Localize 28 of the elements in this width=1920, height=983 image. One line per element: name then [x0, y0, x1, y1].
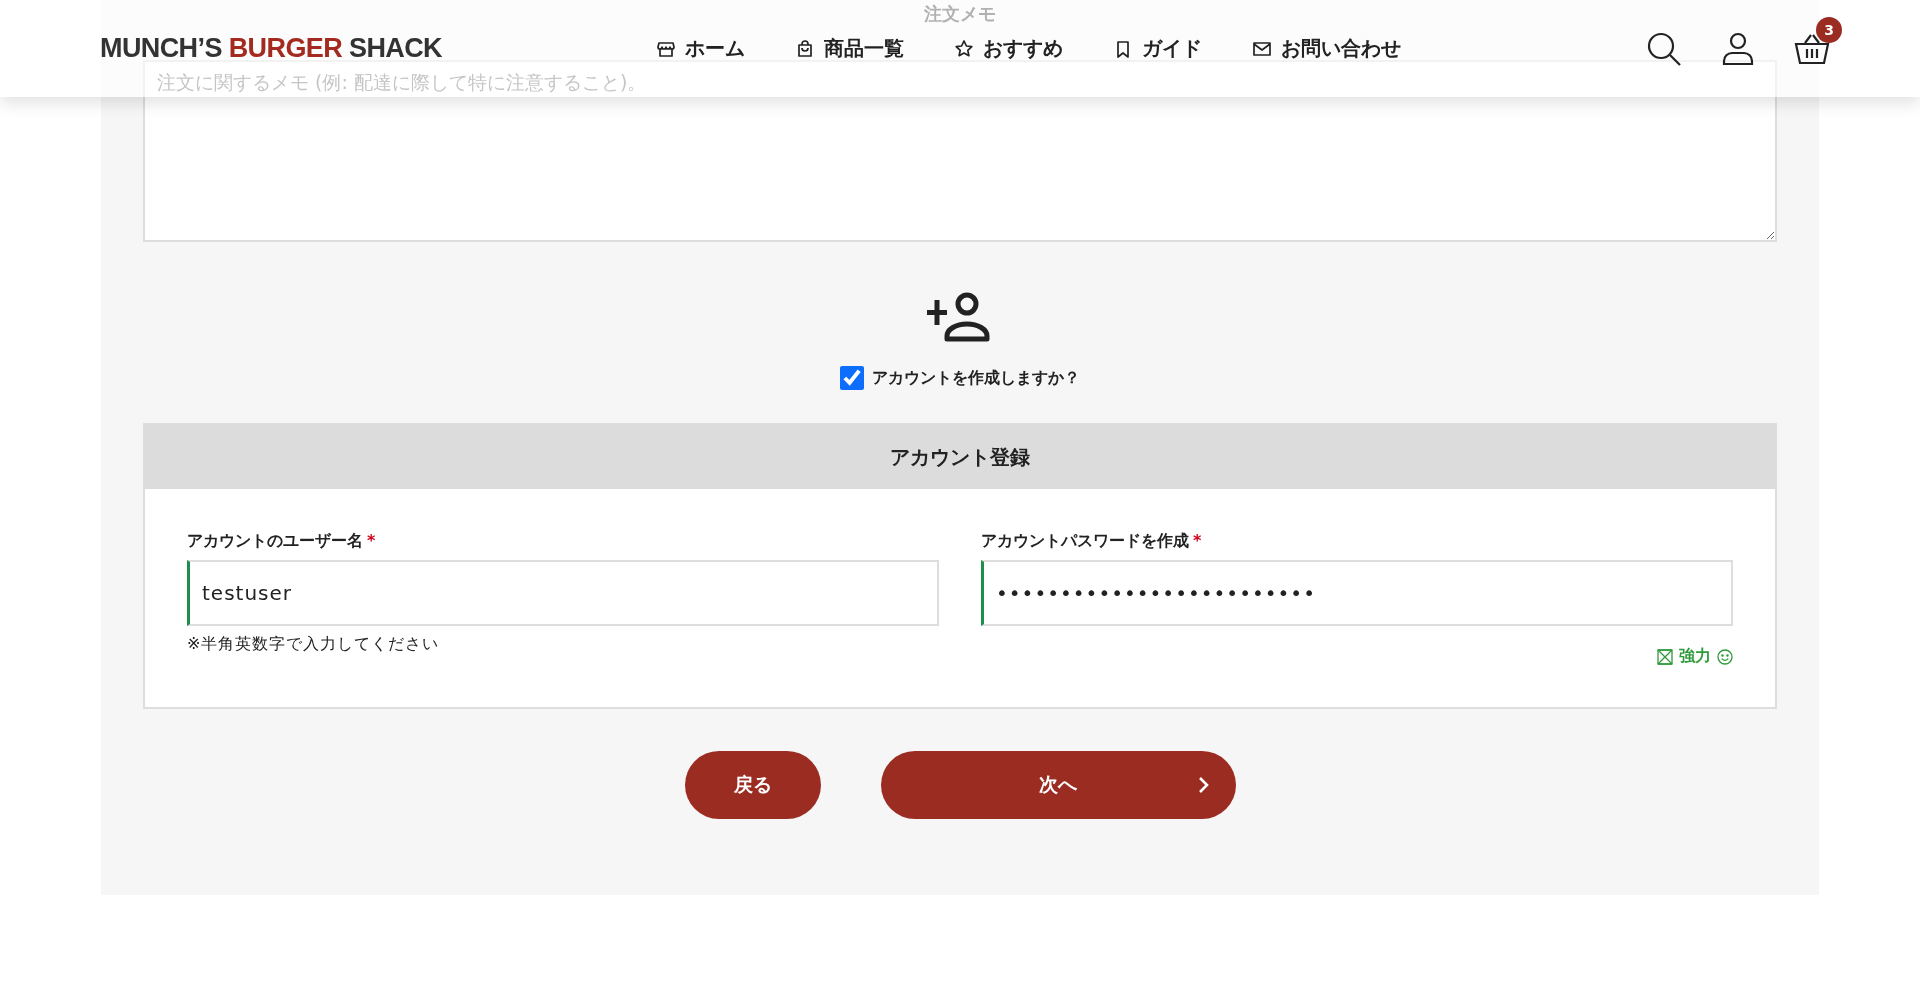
- password-field[interactable]: •••••••••••••••••••••••••: [981, 560, 1733, 626]
- create-account-label: アカウントを作成しますか？: [872, 367, 1080, 389]
- username-field[interactable]: testuser: [187, 560, 939, 626]
- required-mark: *: [1193, 531, 1202, 550]
- nav-link[interactable]: ガイド: [1113, 35, 1202, 62]
- add-user-icon: [927, 292, 993, 342]
- field-label: アカウントのユーザー名: [187, 531, 363, 552]
- nav-link[interactable]: 商品一覧: [795, 35, 904, 62]
- nav-link[interactable]: おすすめ: [954, 35, 1063, 62]
- required-mark: *: [367, 531, 376, 550]
- user-icon[interactable]: [1720, 30, 1756, 67]
- chevron-icon: [1197, 776, 1210, 794]
- smiley-icon: [1717, 648, 1733, 665]
- star-icon: [954, 38, 974, 59]
- create-account-checkbox[interactable]: [840, 366, 864, 390]
- search-icon[interactable]: [1646, 30, 1682, 67]
- field-label: アカウントパスワードを作成: [981, 531, 1189, 552]
- order-note-field[interactable]: 注文に関するメモ (例: 配達に際して特に注意すること)。: [143, 60, 1777, 242]
- cart-count-badge: 3: [1816, 16, 1842, 43]
- nav-link[interactable]: ホーム: [656, 35, 745, 62]
- account-form-title: アカウント登録: [145, 425, 1775, 489]
- back-button[interactable]: 戻る: [684, 751, 821, 819]
- order-note-title: 注文メモ: [924, 2, 996, 26]
- next-button[interactable]: 次へ: [880, 751, 1236, 819]
- field-hint: ※半角英数字で入力してください: [187, 634, 441, 655]
- bag-icon: [795, 38, 815, 59]
- nav-link[interactable]: お問い合わせ: [1252, 35, 1401, 62]
- password-strength: 強力: [1679, 646, 1711, 667]
